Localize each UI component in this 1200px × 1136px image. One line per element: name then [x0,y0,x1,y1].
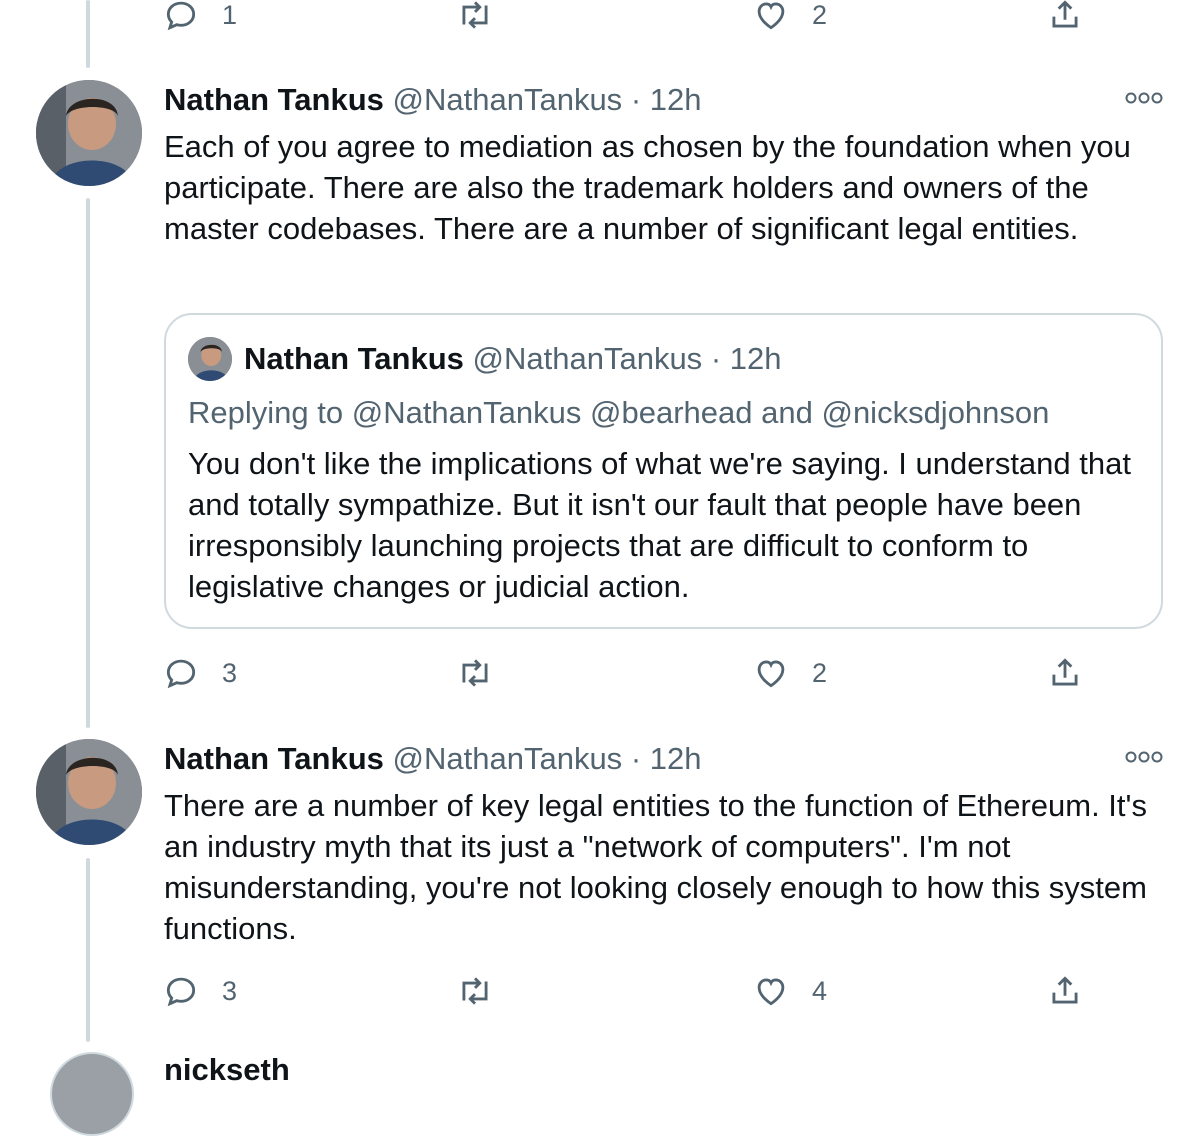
more-icon[interactable] [1124,749,1164,765]
heart-icon [757,660,785,688]
retweet-button[interactable] [456,966,494,1016]
timestamp[interactable]: 12h [650,741,702,776]
heart-icon [757,2,785,30]
quoted-tweet[interactable]: Nathan Tankus @NathanTankus · 12h Replyi… [164,313,1163,629]
separator-dot: · [630,741,642,776]
retweet-button[interactable] [456,0,494,40]
tweet-actions: 3 2 [0,648,1200,698]
timestamp: 12h [729,341,782,376]
avatar[interactable] [50,1052,134,1136]
like-button[interactable]: 4 [752,966,827,1016]
retweet-button[interactable] [456,648,494,698]
timestamp[interactable]: 12h [650,82,702,117]
retweet-icon [462,1,488,29]
like-count: 2 [812,657,828,688]
tweet-text: There are a number of key legal entities… [164,788,1147,946]
reply-button[interactable]: 3 [162,966,237,1016]
reply-count: 3 [222,657,238,688]
mention-link[interactable]: @nicksdjohnson [821,395,1049,430]
separator-dot: · [630,82,642,117]
share-icon [1052,658,1078,686]
tweet-actions: 1 2 [0,0,1200,40]
quote-header: Nathan Tankus @NathanTankus · 12h [244,339,782,379]
user-handle: @NathanTankus [472,341,703,376]
mention-link[interactable]: @bearhead [590,395,752,430]
reply-count: 1 [222,0,238,30]
like-count: 4 [812,975,828,1006]
retweet-icon [462,977,488,1005]
replying-and: and [761,395,813,430]
separator-dot: · [710,341,722,376]
reply-button[interactable]: 3 [162,648,237,698]
like-button[interactable]: 2 [752,648,827,698]
user-handle[interactable]: @NathanTankus [393,82,623,117]
share-button[interactable] [1046,966,1084,1016]
speech-bubble-icon [166,659,196,689]
tweet-actions: 3 4 [0,966,1200,1016]
retweet-icon [462,659,488,687]
avatar [188,337,232,381]
reply-button[interactable]: 1 [162,0,237,40]
avatar[interactable] [36,739,142,845]
mention-link[interactable]: @NathanTankus [352,395,582,430]
speech-bubble-icon [166,977,196,1007]
share-button[interactable] [1046,648,1084,698]
share-button[interactable] [1046,0,1084,40]
display-name[interactable]: nickseth [164,1050,290,1090]
user-handle[interactable]: @NathanTankus [393,741,623,776]
speech-bubble-icon [166,1,196,31]
reply-count: 3 [222,975,238,1006]
replying-prefix: Replying to [188,395,344,430]
replying-to: Replying to @NathanTankus @bearhead and … [188,393,1049,433]
like-count: 2 [812,0,828,30]
tweet-header: Nathan Tankus @NathanTankus · 12h [164,739,702,779]
display-name[interactable]: Nathan Tankus [164,741,384,776]
quote-text: You don't like the implications of what … [188,446,1131,604]
share-icon [1052,0,1078,28]
display-name: Nathan Tankus [244,341,464,376]
display-name[interactable]: Nathan Tankus [164,82,384,117]
tweet-header: Nathan Tankus @NathanTankus · 12h [164,80,702,120]
share-icon [1052,976,1078,1004]
heart-icon [757,978,785,1006]
avatar[interactable] [36,80,142,186]
more-icon[interactable] [1124,90,1164,106]
like-button[interactable]: 2 [752,0,827,40]
tweet-text: Each of you agree to mediation as chosen… [164,129,1131,246]
